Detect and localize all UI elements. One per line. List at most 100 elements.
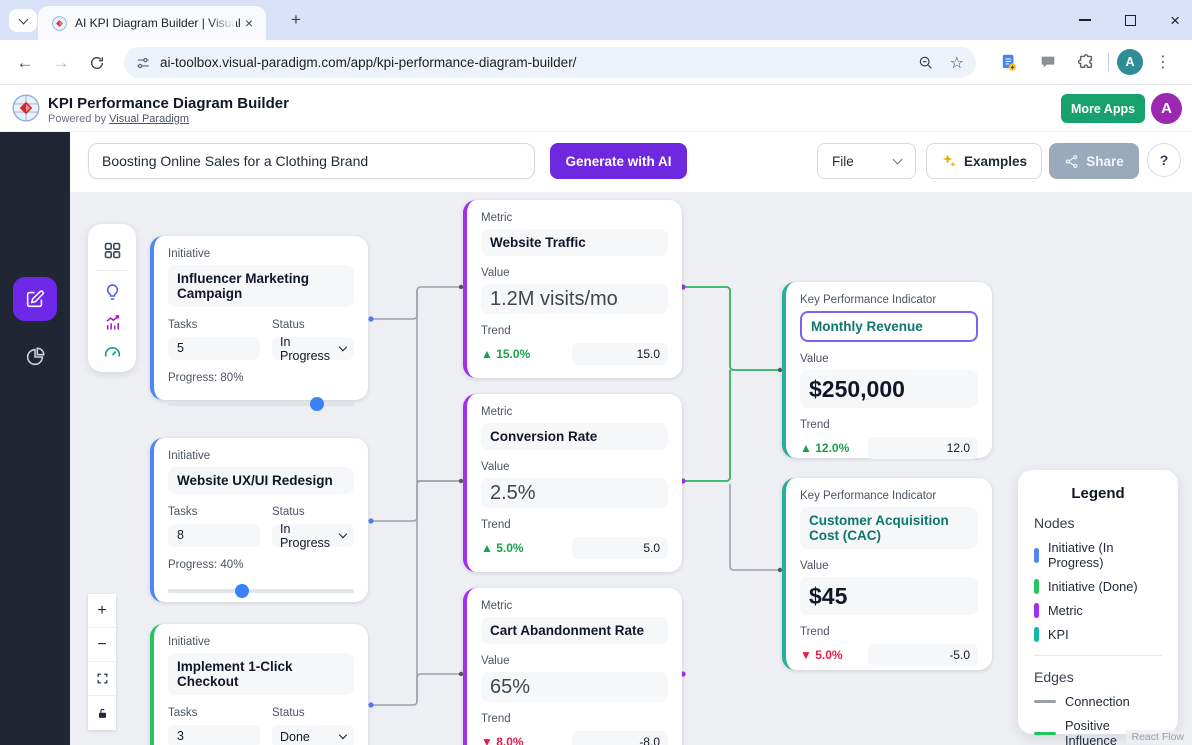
legend-divider — [1034, 655, 1162, 656]
node-type-label: Key Performance Indicator — [800, 294, 978, 306]
metric-name-input[interactable]: Website Traffic — [481, 229, 668, 256]
zoom-out-button[interactable]: − — [88, 628, 116, 662]
palette-metric-button[interactable] — [102, 307, 123, 337]
value-label: Value — [481, 655, 668, 667]
palette-all-nodes-button[interactable] — [102, 235, 123, 265]
legend-nodes-label: Nodes — [1034, 515, 1162, 531]
legend-item-label: Connection — [1065, 694, 1130, 709]
slider-track — [168, 402, 354, 406]
initiative-node-influencer-marketing[interactable]: Initiative Influencer Marketing Campaign… — [150, 236, 368, 400]
trend-label: Trend — [481, 519, 668, 531]
node-type-label: Initiative — [168, 248, 354, 260]
kpi-node-cac[interactable]: Key Performance Indicator Customer Acqui… — [782, 478, 992, 670]
metric-value-input[interactable]: 2.5% — [481, 478, 668, 508]
status-select[interactable]: In Progress — [272, 524, 354, 547]
trend-value-input[interactable]: 5.0 — [572, 537, 668, 559]
progress-slider[interactable] — [168, 397, 354, 411]
trend-pct-text: 5.0% — [815, 648, 842, 662]
color-chip — [1034, 548, 1039, 563]
node-palette — [88, 224, 136, 372]
fit-view-icon — [96, 672, 109, 685]
color-chip — [1034, 603, 1039, 618]
initiative-name-input[interactable]: Website UX/UI Redesign — [168, 467, 354, 494]
positive-influence-line-swatch — [1034, 732, 1056, 735]
kpi-value-input[interactable]: $250,000 — [800, 370, 978, 408]
trend-label: Trend — [481, 325, 668, 337]
legend-edges-label: Edges — [1034, 669, 1162, 685]
status-value: In Progress — [280, 522, 340, 550]
color-chip — [1034, 579, 1039, 594]
progress-slider[interactable] — [168, 584, 354, 598]
metric-value: 2.5% — [490, 482, 536, 505]
metric-name-input[interactable]: Conversion Rate — [481, 423, 668, 450]
lock-button[interactable] — [88, 696, 116, 730]
status-label: Status — [272, 707, 354, 719]
palette-initiative-button[interactable] — [102, 277, 123, 307]
connection-line-swatch — [1034, 700, 1056, 703]
legend-item-label: Initiative (In Progress) — [1048, 540, 1162, 570]
tasks-input[interactable]: 8 — [168, 524, 260, 547]
value-label: Value — [481, 461, 668, 473]
trend-value-input[interactable]: 12.0 — [868, 437, 978, 459]
zoom-in-button[interactable]: + — [88, 594, 116, 628]
status-select[interactable]: In Progress — [272, 337, 354, 360]
canvas-controls: + − — [88, 594, 116, 730]
gauge-icon — [102, 342, 123, 363]
lightbulb-icon — [102, 282, 123, 303]
status-label: Status — [272, 319, 354, 331]
status-select[interactable]: Done — [272, 725, 354, 745]
trend-percentage: ▲ 12.0% — [800, 441, 849, 455]
metric-value: 65% — [490, 676, 530, 699]
react-flow-attribution[interactable]: React Flow — [1126, 730, 1189, 744]
trend-down-icon: ▼ — [800, 648, 812, 662]
tasks-label: Tasks — [168, 506, 260, 518]
initiative-name-input[interactable]: Influencer Marketing Campaign — [168, 265, 354, 307]
initiative-node-ux-redesign[interactable]: Initiative Website UX/UI Redesign Tasks … — [150, 438, 368, 602]
metric-value-input[interactable]: 65% — [481, 672, 668, 702]
metric-value: 1.2M visits/mo — [490, 288, 618, 311]
metric-node-website-traffic[interactable]: Metric Website Traffic Value 1.2M visits… — [463, 200, 682, 378]
progress-label: Progress: 40% — [168, 559, 354, 571]
metric-node-conversion-rate[interactable]: Metric Conversion Rate Value 2.5% Trend … — [463, 394, 682, 572]
metric-value-input[interactable]: 1.2M visits/mo — [481, 284, 668, 314]
grid-icon — [102, 240, 123, 261]
trend-value-input[interactable]: -5.0 — [868, 644, 978, 666]
trend-label: Trend — [481, 713, 668, 725]
tasks-input[interactable]: 3 — [168, 725, 260, 745]
initiative-node-one-click-checkout[interactable]: Initiative Implement 1-Click Checkout Ta… — [150, 624, 368, 745]
kpi-value: $45 — [809, 583, 847, 610]
trend-pct-text: 12.0% — [815, 441, 849, 455]
bar-chart-icon — [102, 312, 123, 333]
status-label: Status — [272, 506, 354, 518]
trend-percentage: ▲ 15.0% — [481, 347, 530, 361]
slider-thumb[interactable] — [235, 584, 249, 598]
kpi-value-input[interactable]: $45 — [800, 577, 978, 615]
kpi-node-monthly-revenue[interactable]: Key Performance Indicator Monthly Revenu… — [782, 282, 992, 458]
legend-panel: Legend Nodes Initiative (In Progress) In… — [1018, 470, 1178, 734]
trend-value-input[interactable]: 15.0 — [572, 343, 668, 365]
fit-view-button[interactable] — [88, 662, 116, 696]
metric-name-input[interactable]: Cart Abandonment Rate — [481, 617, 668, 644]
trend-value-input[interactable]: -8.0 — [572, 731, 668, 745]
legend-item-label: Metric — [1048, 603, 1083, 618]
trend-down-icon: ▼ — [481, 735, 493, 745]
palette-divider — [96, 270, 128, 271]
kpi-name-input[interactable]: Customer Acquisition Cost (CAC) — [800, 507, 978, 549]
trend-label: Trend — [800, 419, 978, 431]
progress-label: Progress: 80% — [168, 372, 354, 384]
value-label: Value — [800, 353, 978, 365]
status-value: Done — [280, 730, 310, 744]
legend-item-kpi: KPI — [1034, 627, 1162, 642]
kpi-name-input[interactable]: Monthly Revenue — [800, 311, 978, 342]
palette-kpi-button[interactable] — [102, 337, 123, 367]
tasks-input[interactable]: 5 — [168, 337, 260, 360]
node-type-label: Metric — [481, 212, 668, 224]
node-type-label: Initiative — [168, 450, 354, 462]
legend-title: Legend — [1034, 485, 1162, 502]
trend-label: Trend — [800, 626, 978, 638]
status-value: In Progress — [280, 335, 340, 363]
metric-node-cart-abandonment[interactable]: Metric Cart Abandonment Rate Value 65% T… — [463, 588, 682, 745]
trend-pct-text: 15.0% — [496, 347, 530, 361]
slider-thumb[interactable] — [310, 397, 324, 411]
initiative-name-input[interactable]: Implement 1-Click Checkout — [168, 653, 354, 695]
